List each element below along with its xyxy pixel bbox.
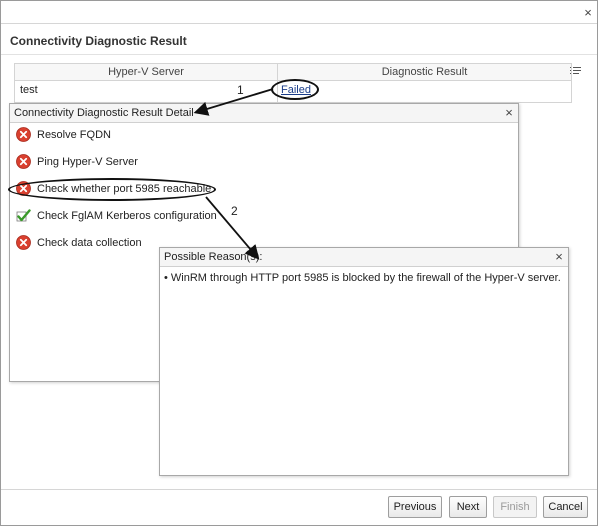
page-title: Connectivity Diagnostic Result — [10, 34, 187, 48]
failed-status-icon — [16, 127, 31, 142]
check-label[interactable]: Resolve FQDN — [37, 127, 111, 143]
check-label[interactable]: Check FglAM Kerberos configuration — [37, 208, 217, 224]
next-button[interactable]: Next — [449, 496, 487, 518]
heading-divider — [1, 54, 597, 55]
check-label[interactable]: Check data collection — [37, 235, 142, 251]
column-header-hyperv-server[interactable]: Hyper-V Server — [15, 64, 277, 80]
possible-reasons-title: Possible Reason(s): — [160, 248, 568, 267]
previous-button[interactable]: Previous — [388, 496, 442, 518]
port-check-callout-ellipse — [8, 178, 216, 201]
finish-button[interactable]: Finish — [493, 496, 537, 518]
reasons-panel-close-icon[interactable]: × — [552, 250, 566, 264]
detail-panel-title: Connectivity Diagnostic Result Detail — [10, 104, 518, 123]
check-label[interactable]: Ping Hyper-V Server — [37, 154, 138, 170]
checkmark-icon — [16, 209, 31, 222]
column-menu-icon[interactable] — [570, 65, 582, 77]
cancel-button[interactable]: Cancel — [543, 496, 588, 518]
failed-status-icon — [16, 154, 31, 169]
failed-status-icon — [16, 235, 31, 250]
callout-number-1: 1 — [237, 83, 244, 97]
possible-reasons-panel: Possible Reason(s): × • WinRM through HT… — [159, 247, 569, 476]
dialog-close-icon[interactable]: × — [581, 6, 595, 20]
failed-callout-ellipse — [271, 79, 319, 100]
detail-panel-close-icon[interactable]: × — [502, 106, 516, 120]
cell-server-name[interactable]: test — [20, 82, 38, 98]
reason-text: • WinRM through HTTP port 5985 is blocke… — [164, 272, 561, 284]
callout-number-2: 2 — [231, 204, 238, 218]
connectivity-diagnostic-dialog: × Connectivity Diagnostic Result Hyper-V… — [0, 0, 598, 526]
footer-divider — [1, 489, 597, 490]
dialog-titlebar — [1, 1, 597, 24]
column-header-diagnostic-result[interactable]: Diagnostic Result — [278, 64, 571, 80]
